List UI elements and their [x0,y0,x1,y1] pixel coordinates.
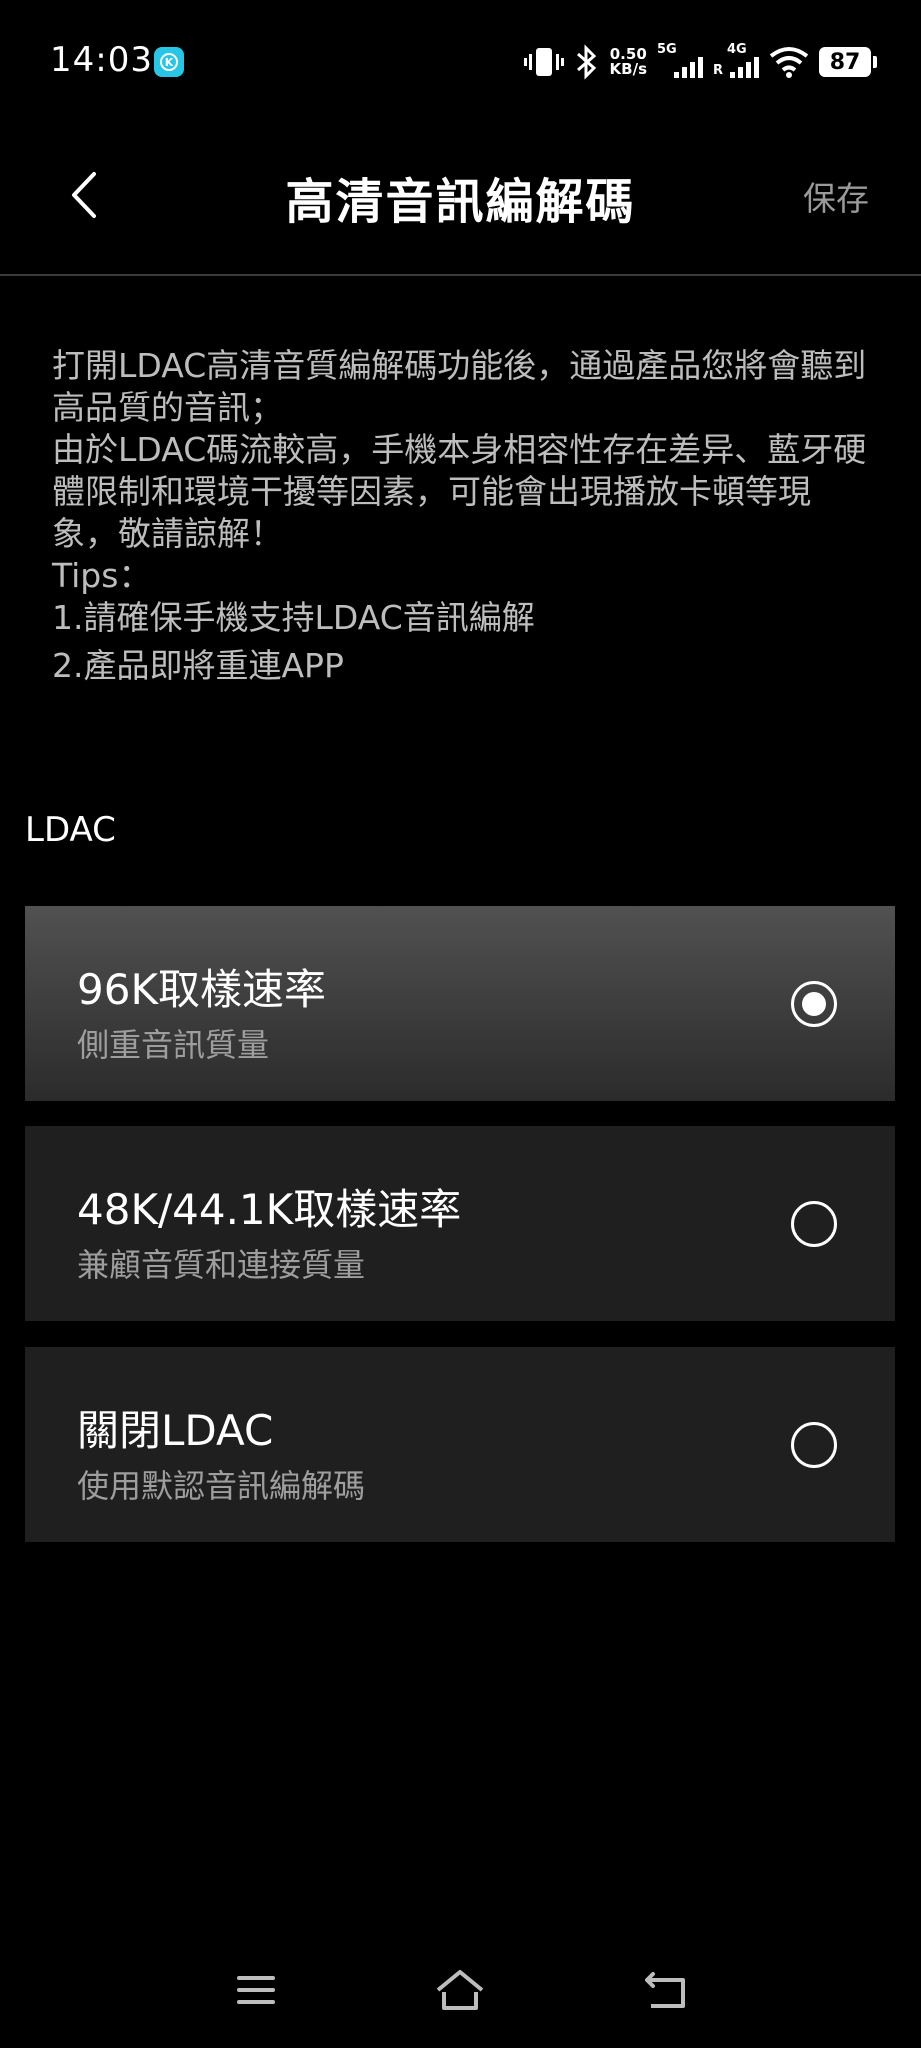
status-time: 14:03 [50,40,153,80]
tips-label: Tips： [52,556,152,595]
app-notification-icon: K [154,47,184,77]
roaming-label: R [713,63,724,78]
home-icon [436,1970,484,2010]
tip-1: 1.請確保手機支持LDAC音訊編解 [52,598,535,637]
radio-unselected[interactable] [791,1201,837,1247]
screen: 14:03 K 0.50 KB/s 5G 4G R 87 高清音訊編解碼 保存 … [0,0,921,2048]
tip-2: 2.產品即將重連APP [52,646,344,685]
network-speed-unit: KB/s [609,60,647,78]
option-48k[interactable]: 48K/44.1K取樣速率 兼顧音質和連接質量 [25,1126,895,1321]
wifi-icon [769,46,809,78]
battery-level: 87 [829,49,861,75]
page-title: 高清音訊編解碼 [285,174,636,230]
option-subtitle: 側重音訊質量 [77,1026,270,1064]
option-title: 96K取樣速率 [77,965,326,1014]
menu-icon [237,1976,275,2004]
option-title: 關閉LDAC [77,1406,274,1455]
header: 高清音訊編解碼 保存 [0,120,921,276]
signal-4g-label: 4G [727,42,747,57]
radio-selected[interactable] [791,981,837,1027]
return-icon [645,1972,685,2008]
bluetooth-icon [574,44,600,80]
description: 打開LDAC高清音質編解碼功能後，通過產品您將會聽到高品質的音訊； 由於LDAC… [52,345,872,687]
back-nav-button[interactable] [636,1960,696,2020]
signal-5g-icon: 5G [657,42,703,82]
section-title: LDAC [25,810,116,850]
status-bar: 14:03 K 0.50 KB/s 5G 4G R 87 [0,0,921,120]
save-button[interactable]: 保存 [803,172,869,220]
option-ldac-off[interactable]: 關閉LDAC 使用默認音訊編解碼 [25,1347,895,1542]
signal-4g-icon: 4G R [713,42,759,82]
option-96k[interactable]: 96K取樣速率 側重音訊質量 [25,906,895,1101]
menu-button[interactable] [226,1960,286,2020]
signal-5g-label: 5G [657,42,677,57]
navigation-bar [0,1950,921,2040]
network-speed: 0.50 KB/s [610,47,647,77]
option-title: 48K/44.1K取樣速率 [77,1185,462,1234]
battery-icon: 87 [819,47,877,77]
status-icons: 0.50 KB/s 5G 4G R 87 [523,38,877,86]
option-subtitle: 兼顧音質和連接質量 [77,1246,366,1284]
home-button[interactable] [430,1960,490,2020]
option-subtitle: 使用默認音訊編解碼 [77,1467,366,1505]
description-line-2: 由於LDAC碼流較高，手機本身相容性存在差异、藍牙硬體限制和環境干擾等因素，可能… [52,430,867,553]
description-line-1: 打開LDAC高清音質編解碼功能後，通過產品您將會聽到高品質的音訊； [52,346,867,427]
vibrate-icon [523,44,564,80]
radio-unselected[interactable] [791,1422,837,1468]
